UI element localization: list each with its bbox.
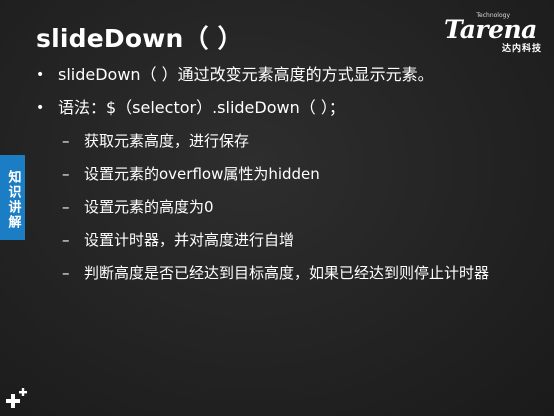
- sub-bullet-dash: –: [62, 165, 70, 183]
- sub-bullet-dash: –: [62, 264, 70, 282]
- bullet-text: 语法：$（selector）.slideDown（ ）；: [58, 98, 345, 117]
- sub-bullet-text: 设置计时器，并对高度进行自增: [84, 231, 295, 249]
- sub-bullet-dash: –: [62, 132, 70, 150]
- bullet-item: • 语法：$（selector）.slideDown（ ）；: [30, 97, 540, 119]
- knowledge-tab: 知识讲解: [0, 155, 25, 240]
- slide: slideDown（ ） Technology Tarena 达内科技 知识讲解…: [0, 0, 554, 416]
- slide-content: • slideDown（ ）通过改变元素高度的方式显示元素。 • 语法：$（se…: [30, 64, 540, 295]
- sub-bullet-item: – 设置计时器，并对高度进行自增: [30, 229, 524, 251]
- sub-bullet-text: 获取元素高度，进行保存: [84, 132, 250, 150]
- sub-bullet-dash: –: [62, 198, 70, 216]
- slide-title: slideDown（ ）: [36, 24, 243, 53]
- plus-icon[interactable]: [4, 386, 30, 412]
- logo-wordmark: Tarena: [444, 15, 537, 44]
- sub-bullet-item: – 判断高度是否已经达到目标高度，如果已经达到则停止计时器: [30, 262, 524, 284]
- bullet-dot: •: [36, 100, 45, 116]
- sub-bullet-text: 判断高度是否已经达到目标高度，如果已经达到则停止计时器: [84, 264, 490, 282]
- sub-bullet-dash: –: [62, 231, 70, 249]
- tarena-logo: Technology Tarena 达内科技: [444, 12, 544, 54]
- bullet-dot: •: [36, 67, 45, 83]
- sub-bullet-text: 设置元素的overflow属性为hidden: [84, 165, 320, 183]
- sub-bullet-text: 设置元素的高度为0: [84, 198, 214, 216]
- bullet-text: slideDown（ ）通过改变元素高度的方式显示元素。: [58, 65, 434, 84]
- sub-bullet-item: – 设置元素的overflow属性为hidden: [30, 163, 524, 185]
- logo-chinese-name: 达内科技: [501, 44, 542, 54]
- sub-bullet-list: – 获取元素高度，进行保存 – 设置元素的overflow属性为hidden –…: [30, 130, 540, 284]
- sub-bullet-item: – 获取元素高度，进行保存: [30, 130, 524, 152]
- bullet-item: • slideDown（ ）通过改变元素高度的方式显示元素。: [30, 64, 540, 86]
- sub-bullet-item: – 设置元素的高度为0: [30, 196, 524, 218]
